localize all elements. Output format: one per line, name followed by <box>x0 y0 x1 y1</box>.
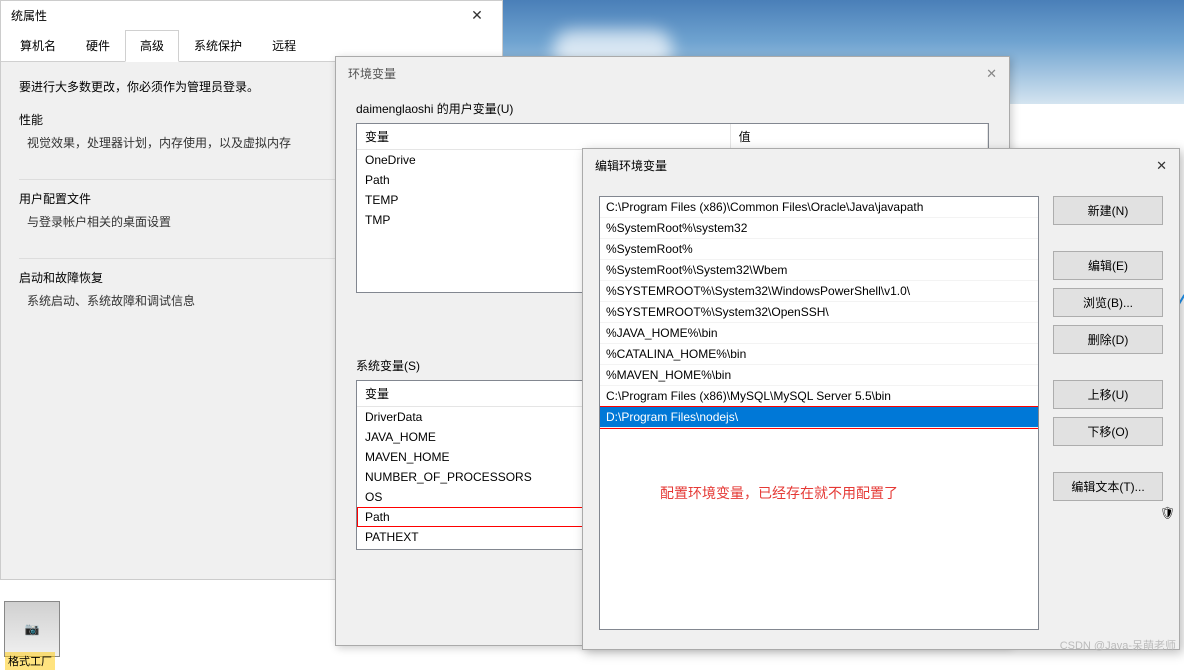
watermark: CSDN @Java-呆萌老师 <box>1060 637 1176 653</box>
taskbar-app-icon[interactable]: 📷 格式工厂 <box>4 601 60 657</box>
movedown-button[interactable]: 下移(O) <box>1053 417 1163 446</box>
list-item[interactable]: %MAVEN_HOME%\bin <box>600 365 1038 386</box>
col-variable[interactable]: 变量 <box>357 124 730 150</box>
taskbar-label: 格式工厂 <box>5 652 55 670</box>
format-factory-icon: 📷 <box>25 622 40 636</box>
list-item[interactable]: %CATALINA_HOME%\bin <box>600 344 1038 365</box>
tab-remote[interactable]: 远程 <box>257 30 311 61</box>
close-icon[interactable]: ✕ <box>1156 158 1167 174</box>
list-item[interactable]: %SYSTEMROOT%\System32\OpenSSH\ <box>600 302 1038 323</box>
path-list[interactable]: C:\Program Files (x86)\Common Files\Orac… <box>599 196 1039 630</box>
tab-advanced[interactable]: 高级 <box>125 30 179 62</box>
list-item[interactable]: %SYSTEMROOT%\System32\WindowsPowerShell\… <box>600 281 1038 302</box>
sysprops-title: 统属性 <box>11 7 47 24</box>
editpath-title: 编辑环境变量 <box>595 157 667 174</box>
edittext-button[interactable]: 编辑文本(T)... <box>1053 472 1163 501</box>
close-icon[interactable]: ✕ <box>462 7 492 24</box>
list-item-selected[interactable]: D:\Program Files\nodejs\ <box>600 407 1038 428</box>
list-item[interactable]: C:\Program Files (x86)\MySQL\MySQL Serve… <box>600 386 1038 407</box>
tab-system-protection[interactable]: 系统保护 <box>179 30 257 61</box>
list-item[interactable]: %SystemRoot%\System32\Wbem <box>600 260 1038 281</box>
list-item[interactable]: %SystemRoot% <box>600 239 1038 260</box>
col-value[interactable]: 值 <box>730 124 987 150</box>
moveup-button[interactable]: 上移(U) <box>1053 380 1163 409</box>
list-item[interactable]: %SystemRoot%\system32 <box>600 218 1038 239</box>
browse-button[interactable]: 浏览(B)... <box>1053 288 1163 317</box>
edit-env-variable-dialog: 编辑环境变量 ✕ C:\Program Files (x86)\Common F… <box>582 148 1180 650</box>
annotation-text: 配置环境变量，已经存在就不用配置了 <box>660 483 898 503</box>
shield-icon <box>1160 506 1174 520</box>
close-icon[interactable]: ✕ <box>986 66 997 82</box>
edit-button[interactable]: 编辑(E) <box>1053 251 1163 280</box>
envvars-title: 环境变量 <box>348 65 396 82</box>
delete-button[interactable]: 删除(D) <box>1053 325 1163 354</box>
user-vars-label: daimenglaoshi 的用户变量(U) <box>356 100 989 117</box>
tab-computer-name[interactable]: 算机名 <box>5 30 71 61</box>
tab-hardware[interactable]: 硬件 <box>71 30 125 61</box>
new-button[interactable]: 新建(N) <box>1053 196 1163 225</box>
list-item[interactable]: %JAVA_HOME%\bin <box>600 323 1038 344</box>
list-item[interactable]: C:\Program Files (x86)\Common Files\Orac… <box>600 197 1038 218</box>
